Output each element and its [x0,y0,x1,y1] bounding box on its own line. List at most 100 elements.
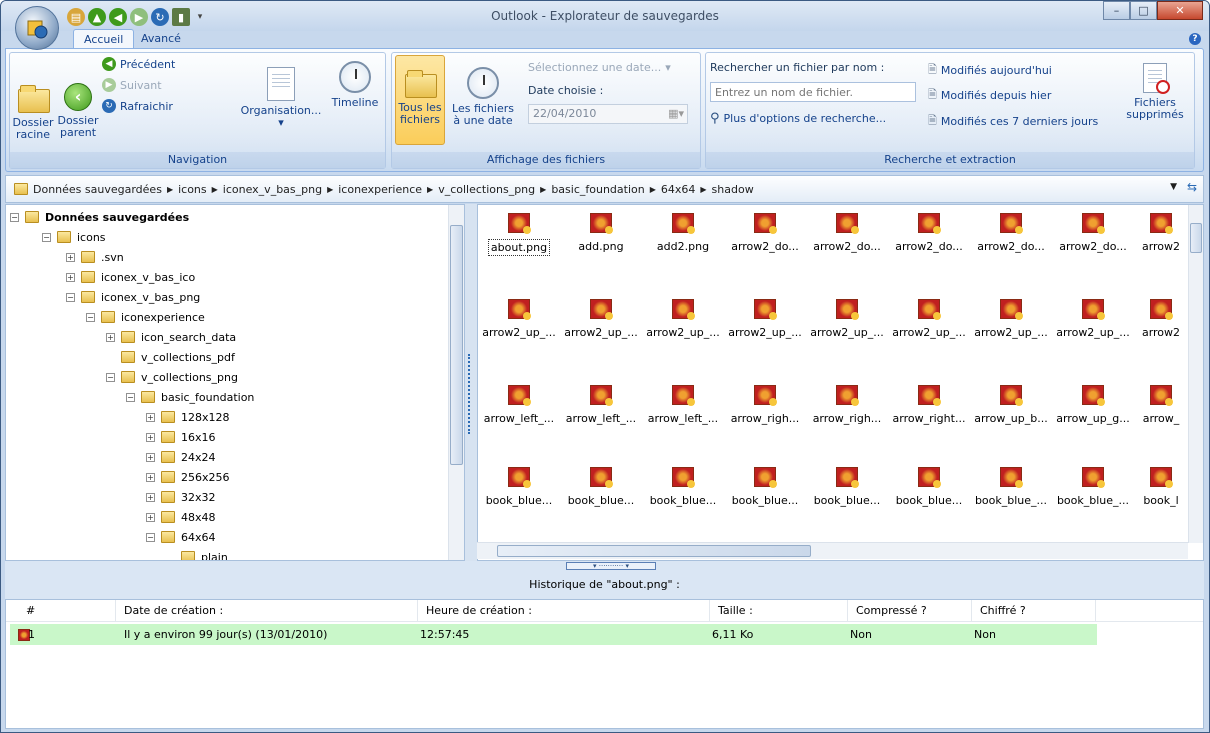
grid-scroll-thumb[interactable] [1190,223,1202,253]
file-item[interactable]: book_blue... [642,459,724,529]
splitter-grip[interactable] [468,354,472,434]
expand-icon[interactable]: + [146,412,155,422]
file-item[interactable]: book_l [1134,459,1188,529]
tree-item[interactable]: +24x24 [146,447,216,467]
tree-item[interactable]: − Données sauvegardées [10,207,189,227]
chevron-right-icon[interactable]: ▶ [427,185,433,194]
expand-icon[interactable]: + [146,512,155,522]
file-item[interactable]: book_blue_... [1052,459,1134,529]
file-item[interactable]: arrow_up_g... [1052,377,1134,447]
expand-icon[interactable]: + [146,432,155,442]
chevron-right-icon[interactable]: ▶ [540,185,546,194]
dossier-parent-button[interactable]: ‹ Dossier parent [56,83,100,139]
expand-icon[interactable]: + [66,252,75,262]
tab-avance[interactable]: Avancé [131,29,191,49]
tree-item[interactable]: +32x32 [146,487,216,507]
organisation-button[interactable]: Organisation... ▾ [236,67,326,129]
pane-splitter[interactable] [465,204,477,561]
file-item[interactable]: arrow2_do... [806,205,888,275]
file-item[interactable]: arrow2 [1134,291,1188,361]
column-header-size[interactable]: Taille : [710,600,848,622]
tous-les-fichiers-button[interactable]: Tous les fichiers [395,55,445,145]
file-item[interactable]: arrow2_up_... [478,291,560,361]
breadcrumb-item[interactable]: shadow [712,183,754,196]
tree-item[interactable]: − iconex_v_bas_png [66,287,200,307]
modifies-aujourdhui-button[interactable]: 🗎 Modifiés aujourd'hui [928,61,1052,80]
tree-item[interactable]: v_collections_pdf [121,347,235,367]
expand-icon[interactable]: + [106,332,115,342]
fichiers-date-button[interactable]: Les fichiers à une date [450,67,516,127]
expand-icon[interactable]: + [66,272,75,282]
breadcrumb-item[interactable]: basic_foundation [551,183,644,196]
file-item[interactable]: arrow_righ... [724,377,806,447]
breadcrumb-item[interactable]: icons [178,183,207,196]
breadcrumb-item[interactable]: iconexperience [338,183,422,196]
rafraichir-button[interactable]: ↻ Rafraichir [102,99,173,113]
file-item[interactable]: arrow2 [1134,205,1188,275]
tree-item[interactable]: plain [181,547,228,560]
column-header-encrypted[interactable]: Chiffré ? [972,600,1096,622]
maximize-button[interactable]: □ [1130,1,1157,20]
breadcrumb-item[interactable]: v_collections_png [438,183,535,196]
file-item[interactable]: arrow2_do... [888,205,970,275]
file-item[interactable]: arrow2_up_... [724,291,806,361]
fichiers-supprimes-button[interactable]: Fichiers supprimés [1120,63,1190,121]
collapse-history-button[interactable]: ▾ ··········· ▾ [566,562,656,570]
file-item[interactable]: book_blue... [806,459,888,529]
chevron-right-icon[interactable]: ▶ [700,185,706,194]
modifies-hier-button[interactable]: 🗎 Modifiés depuis hier [928,86,1051,105]
file-item[interactable]: book_blue... [724,459,806,529]
help-icon[interactable]: ? [1189,33,1201,45]
tree-scroll-thumb[interactable] [450,225,463,465]
minimize-button[interactable]: – [1103,1,1130,20]
breadcrumb-dropdown-icon[interactable]: ▼ [1170,182,1177,192]
tree-item[interactable]: +256x256 [146,467,230,487]
file-item[interactable]: book_blue... [478,459,560,529]
file-item[interactable]: arrow_up_b... [970,377,1052,447]
tree-item[interactable]: − iconexperience [86,307,205,327]
application-menu-button[interactable] [15,6,59,50]
tree-scrollbar[interactable] [448,205,464,560]
expand-icon[interactable]: + [146,472,155,482]
tab-accueil[interactable]: Accueil [73,29,135,49]
file-item[interactable]: add2.png [642,205,724,275]
file-item[interactable]: arrow_left_... [560,377,642,447]
grid-vertical-scrollbar[interactable] [1188,205,1203,543]
tree-item[interactable]: − v_collections_png [106,367,238,387]
close-button[interactable]: ✕ [1157,1,1203,20]
collapse-icon[interactable]: − [126,392,135,402]
plus-options-button[interactable]: ⚲ Plus d'options de recherche... [710,111,886,126]
grid-hscroll-thumb[interactable] [497,545,811,557]
chevron-right-icon[interactable]: ▶ [212,185,218,194]
breadcrumb-item[interactable]: iconex_v_bas_png [223,183,322,196]
file-item[interactable]: about.png [478,205,560,275]
timeline-button[interactable]: Timeline [326,61,384,109]
precedent-button[interactable]: ◀ Précédent [102,57,175,71]
breadcrumb-item[interactable]: 64x64 [661,183,696,196]
file-item[interactable]: arrow_ [1134,377,1188,447]
file-item[interactable]: arrow_left_... [478,377,560,447]
file-item[interactable]: arrow2_do... [970,205,1052,275]
collapse-icon[interactable]: − [10,212,19,222]
collapse-icon[interactable]: − [106,372,115,382]
column-header-compressed[interactable]: Compressé ? [848,600,972,622]
collapse-icon[interactable]: − [66,292,75,302]
collapse-icon[interactable]: − [146,532,155,542]
tree-item[interactable]: +16x16 [146,427,216,447]
file-item[interactable]: arrow2_up_... [642,291,724,361]
tree-item[interactable]: − basic_foundation [126,387,254,407]
file-item[interactable]: arrow2_do... [724,205,806,275]
file-item[interactable]: arrow2_up_... [806,291,888,361]
file-item[interactable]: book_blue... [888,459,970,529]
file-item[interactable]: add.png [560,205,642,275]
file-item[interactable]: arrow_right... [888,377,970,447]
tree-item[interactable]: +48x48 [146,507,216,527]
tree-item[interactable]: + icon_search_data [106,327,236,347]
file-item[interactable]: arrow_righ... [806,377,888,447]
tree-item[interactable]: +128x128 [146,407,230,427]
filename-search-input[interactable] [710,82,916,102]
breadcrumb-item[interactable]: Données sauvegardées [33,183,162,196]
column-header-time[interactable]: Heure de création : [418,600,710,622]
modifies-7-jours-button[interactable]: 🗎 Modifiés ces 7 derniers jours [928,112,1098,131]
file-item[interactable]: book_blue_... [970,459,1052,529]
